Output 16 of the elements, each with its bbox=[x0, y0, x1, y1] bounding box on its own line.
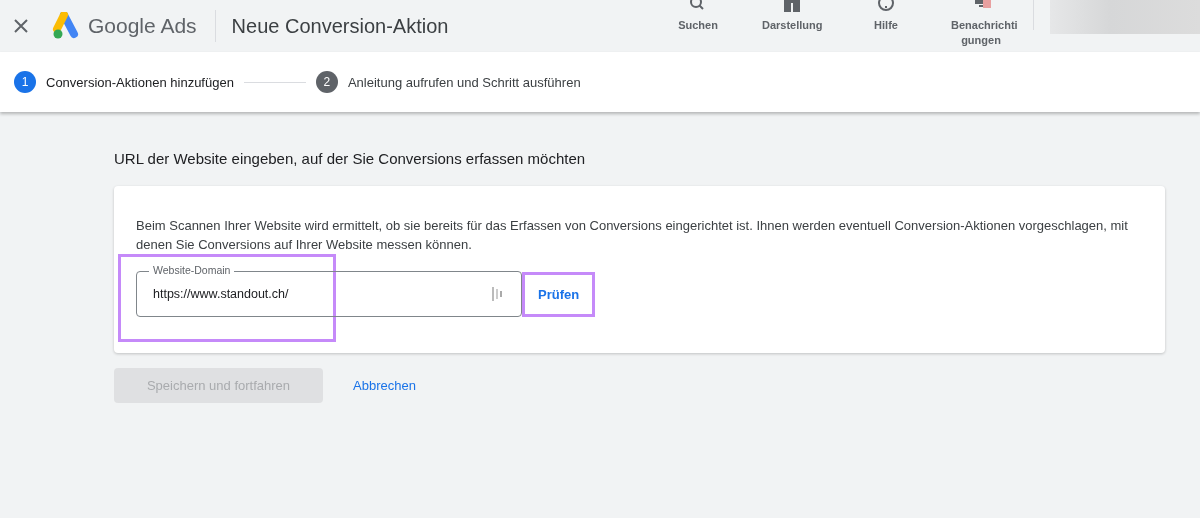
step-label[interactable]: Anleitung aufrufen und Schritt ausführen bbox=[347, 74, 581, 90]
toolbar-button[interactable]: Darstellung bbox=[757, 0, 827, 33]
help-icon bbox=[876, 0, 896, 14]
product-name: Google Ads bbox=[88, 14, 197, 38]
page-title: Neue Conversion-Aktion bbox=[231, 14, 449, 38]
toolbar-button[interactable]: Suchen bbox=[663, 0, 733, 33]
toolbar-button[interactable]: Benachrichti gungen bbox=[945, 0, 1017, 48]
step-number[interactable]: 1 bbox=[14, 71, 36, 93]
description-text: Beim Scannen Ihrer Website wird ermittelt, ob sie bereits für das Erfassen von Conversions eingerichtet ist. Ihnen werden eventuell Conversion-Aktionen vorgeschlagen, mit denen Sie Conversions auf Ihrer Website messen können. bbox=[136, 217, 1129, 254]
toolbar-button[interactable]: Hilfe bbox=[851, 0, 921, 33]
check-button[interactable]: Prüfen bbox=[522, 271, 596, 317]
step-label[interactable]: Conversion-Aktionen hinzufügen bbox=[46, 74, 234, 90]
close-icon[interactable] bbox=[14, 19, 28, 33]
step-number[interactable]: 2 bbox=[315, 71, 338, 93]
cancel-link[interactable]: Abbrechen bbox=[347, 377, 422, 394]
section-heading: URL der Website eingeben, auf der Sie Conversions erfassen möchten bbox=[114, 150, 587, 167]
